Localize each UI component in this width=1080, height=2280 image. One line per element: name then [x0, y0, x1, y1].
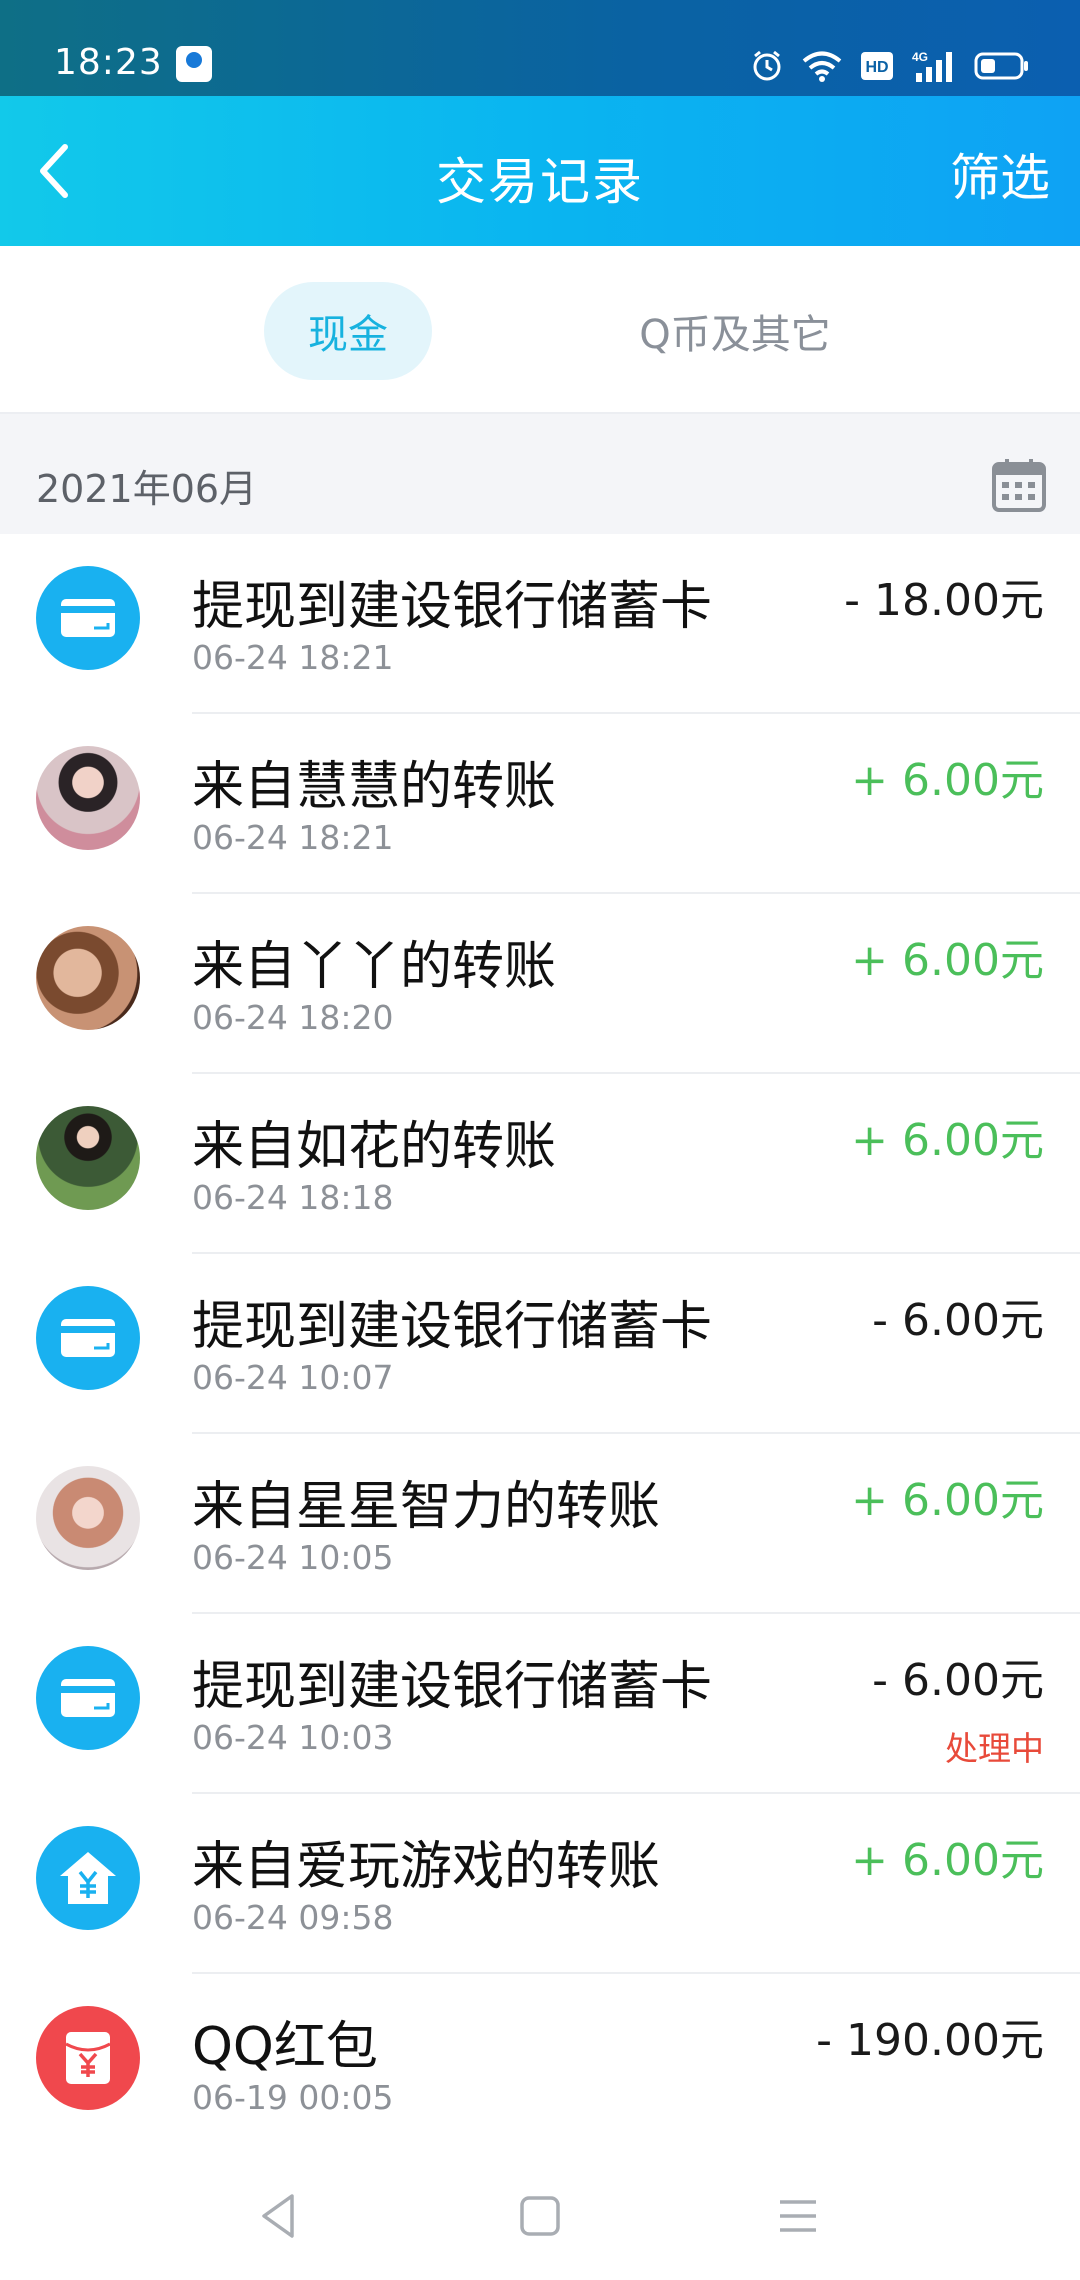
transaction-row[interactable]: QQ红包 06-19 00:05 - 190.00元: [0, 1974, 1080, 2154]
hd-icon: HD: [861, 52, 893, 80]
transaction-time: 06-24 10:03: [192, 1718, 394, 1757]
menu-lines-icon[interactable]: [768, 2186, 828, 2246]
status-icons: HD 4G: [750, 44, 1030, 88]
transaction-row[interactable]: 提现到建设银行储蓄卡 06-24 10:07 - 6.00元: [0, 1254, 1080, 1434]
transaction-title: 来自丫丫的转账: [192, 937, 557, 997]
month-label: 2021年06月: [36, 467, 258, 511]
hd-label: HD: [865, 59, 888, 76]
tab-qcoin-others[interactable]: Q币及其它: [620, 282, 850, 380]
home-square-icon[interactable]: [510, 2186, 570, 2246]
month-header: 2021年06月: [0, 414, 1080, 534]
status-bar: 18:23 HD 4G: [0, 0, 1080, 96]
battery-icon: [974, 52, 1028, 80]
transaction-row[interactable]: 来自丫丫的转账 06-24 18:20 + 6.00元: [0, 894, 1080, 1074]
tab-bar: 现金 Q币及其它: [0, 246, 1080, 414]
transaction-title: 提现到建设银行储蓄卡: [192, 577, 713, 637]
transaction-time: 06-24 10:05: [192, 1538, 394, 1577]
transaction-time: 06-24 18:21: [192, 638, 394, 677]
signal-4g-icon: 4G: [912, 50, 952, 82]
transaction-amount: - 190.00元: [816, 2015, 1044, 2066]
yuan-house-icon: [36, 1826, 140, 1930]
transaction-amount: - 6.00元: [872, 1655, 1044, 1706]
system-nav-bar: [0, 2140, 1080, 2280]
transaction-title: 来自爱玩游戏的转账: [192, 1837, 661, 1897]
title-bar: 交易记录 筛选: [0, 96, 1080, 246]
transaction-list: 提现到建设银行储蓄卡 06-24 18:21 - 18.00元 来自慧慧的转账 …: [0, 534, 1080, 2154]
transaction-row[interactable]: 来自慧慧的转账 06-24 18:21 + 6.00元: [0, 714, 1080, 894]
status-time: 18:23: [54, 42, 163, 83]
user-avatar: [36, 746, 140, 850]
transaction-row[interactable]: 提现到建设银行储蓄卡 06-24 18:21 - 18.00元: [0, 534, 1080, 714]
transaction-title: QQ红包: [192, 2017, 378, 2077]
transaction-amount: + 6.00元: [851, 1475, 1044, 1526]
red-packet-icon: [36, 2006, 140, 2110]
transaction-amount: + 6.00元: [851, 935, 1044, 986]
transaction-amount: + 6.00元: [851, 1835, 1044, 1886]
transaction-amount: - 18.00元: [844, 575, 1044, 626]
transaction-time: 06-24 10:07: [192, 1358, 394, 1397]
transaction-time: 06-24 18:21: [192, 818, 394, 857]
transaction-time: 06-24 18:20: [192, 998, 394, 1037]
transaction-row[interactable]: 来自如花的转账 06-24 18:18 + 6.00元: [0, 1074, 1080, 1254]
app-notification-icon: [176, 46, 212, 82]
transaction-title: 来自如花的转账: [192, 1117, 557, 1177]
bank-card-icon: [36, 566, 140, 670]
bank-card-icon: [36, 1286, 140, 1390]
processing-status: 处理中: [945, 1729, 1044, 1768]
calendar-icon[interactable]: [992, 458, 1046, 512]
transaction-time: 06-24 09:58: [192, 1898, 394, 1937]
page-title: 交易记录: [436, 153, 644, 211]
transaction-amount: - 6.00元: [872, 1295, 1044, 1346]
transaction-row[interactable]: 来自爱玩游戏的转账 06-24 09:58 + 6.00元: [0, 1794, 1080, 1974]
user-avatar: [36, 926, 140, 1030]
back-triangle-icon[interactable]: [250, 2186, 310, 2246]
transaction-row[interactable]: 提现到建设银行储蓄卡 06-24 10:03 - 6.00元 处理中: [0, 1614, 1080, 1794]
transaction-title: 来自慧慧的转账: [192, 757, 557, 817]
transaction-amount: + 6.00元: [851, 755, 1044, 806]
network-label: 4G: [912, 50, 928, 64]
transaction-row[interactable]: 来自星星智力的转账 06-24 10:05 + 6.00元: [0, 1434, 1080, 1614]
transaction-title: 来自星星智力的转账: [192, 1477, 661, 1537]
transaction-time: 06-19 00:05: [192, 2078, 394, 2117]
transaction-amount: + 6.00元: [851, 1115, 1044, 1166]
transaction-time: 06-24 18:18: [192, 1178, 394, 1217]
bank-card-icon: [36, 1646, 140, 1750]
wifi-icon: [802, 51, 842, 82]
user-avatar: [36, 1466, 140, 1570]
tab-cash[interactable]: 现金: [264, 282, 432, 380]
transaction-title: 提现到建设银行储蓄卡: [192, 1297, 713, 1357]
user-avatar: [36, 1106, 140, 1210]
transaction-title: 提现到建设银行储蓄卡: [192, 1657, 713, 1717]
alarm-icon: [753, 50, 781, 81]
filter-button[interactable]: 筛选: [950, 138, 1050, 210]
